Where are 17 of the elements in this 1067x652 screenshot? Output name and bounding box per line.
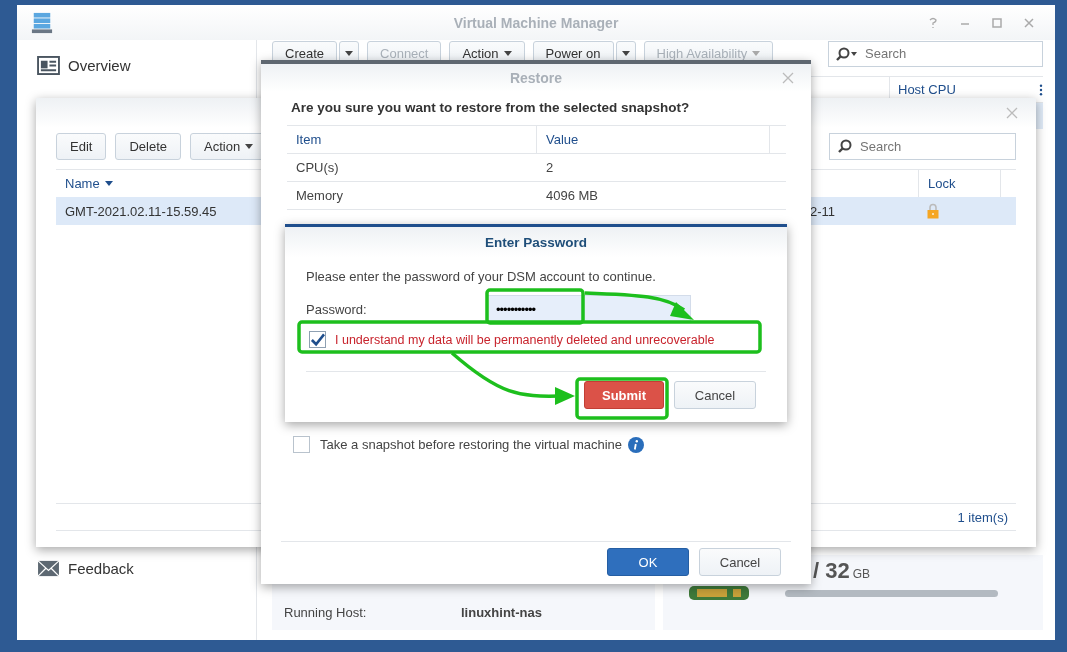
- window-title: Virtual Machine Manager: [453, 14, 619, 31]
- memory-total: / 32 GB: [813, 558, 872, 584]
- table-cell-text: CPU(s): [295, 159, 340, 177]
- dialog-title: Restore: [509, 70, 563, 86]
- instruction-text: Please enter the password of your DSM account to continue.: [306, 269, 657, 284]
- table-cell-text: 2: [545, 159, 555, 177]
- dialog-title: Enter Password: [484, 234, 587, 250]
- item-count: 1 item(s): [957, 509, 1008, 525]
- detail-value: linuxhint-nas: [461, 605, 542, 620]
- table-cell-text: Memory: [295, 187, 344, 205]
- table-cell-text: 2-11: [809, 202, 837, 221]
- column-header: Value: [537, 126, 770, 153]
- table-cell-text: 4096 MB: [545, 187, 600, 205]
- detail-label: Running Host:: [284, 605, 368, 620]
- column-header: Item: [287, 126, 537, 153]
- field-label: Password:: [306, 301, 368, 317]
- confirmation-question: Are you sure you want to restore from the selected snapshot?: [291, 100, 691, 115]
